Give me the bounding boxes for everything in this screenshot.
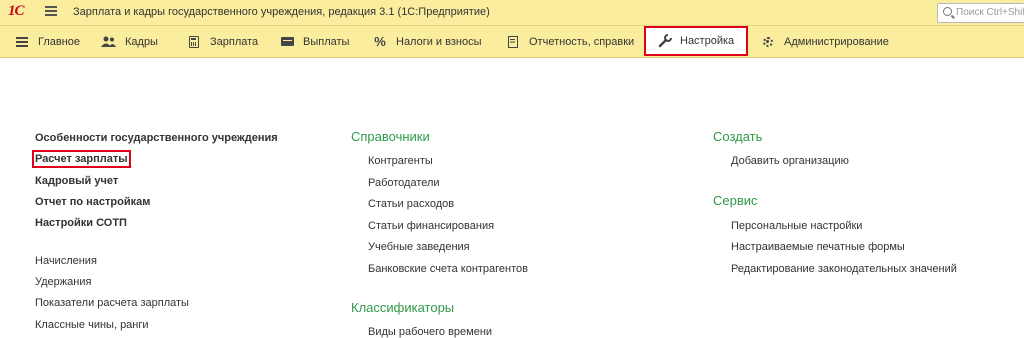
link-settings-report[interactable]: Отчет по настройкам [35, 196, 150, 208]
group-title-directories: Справочники [351, 129, 430, 144]
gear-icon [760, 34, 776, 50]
link-accruals[interactable]: Начисления [35, 255, 97, 267]
section-settings[interactable]: Настройка [644, 26, 748, 56]
section-panel: Главное Кадры Зарплата Выплаты % Налоги … [0, 26, 1024, 58]
section-salary[interactable]: Зарплата [186, 26, 258, 57]
link-legislative-values-editing[interactable]: Редактирование законодательных значений [731, 263, 957, 275]
documents-icon [505, 34, 521, 50]
search-input[interactable]: Поиск Ctrl+Shift+F [937, 3, 1024, 23]
section-label: Выплаты [303, 35, 350, 48]
section-label: Отчетность, справки [529, 35, 635, 48]
section-label: Зарплата [210, 35, 259, 48]
main-menu-icon[interactable] [45, 6, 57, 16]
group-title-classifiers: Классификаторы [351, 300, 455, 315]
group-title-service: Сервис [713, 193, 758, 208]
link-class-ranks[interactable]: Классные чины, ранги [35, 319, 149, 331]
section-label: Главное [38, 35, 81, 48]
search-placeholder: Поиск Ctrl+Shift+F [956, 7, 1024, 18]
link-counterparty-bank-accounts[interactable]: Банковские счета контрагентов [368, 263, 528, 275]
link-deductions[interactable]: Удержания [35, 276, 91, 288]
section-administration[interactable]: Администрирование [760, 26, 889, 57]
link-add-organization[interactable]: Добавить организацию [731, 155, 849, 167]
group-title-create: Создать [713, 129, 763, 144]
section-main[interactable]: Главное [14, 26, 80, 57]
link-hr-accounting[interactable]: Кадровый учет [35, 175, 118, 187]
link-counterparties[interactable]: Контрагенты [368, 155, 433, 167]
section-reports[interactable]: Отчетность, справки [505, 26, 634, 57]
app-logo[interactable]: 1С [8, 3, 24, 20]
wallet-icon [279, 34, 295, 50]
people-icon [101, 34, 117, 50]
link-sotp-settings[interactable]: Настройки СОТП [35, 217, 127, 229]
section-taxes[interactable]: % Налоги и взносы [372, 26, 482, 57]
link-work-time-types[interactable]: Виды рабочего времени [368, 326, 492, 338]
link-gov-institution-features[interactable]: Особенности государственного учреждения [35, 132, 278, 144]
section-label: Кадры [125, 35, 158, 48]
section-payments[interactable]: Выплаты [279, 26, 349, 57]
link-employers[interactable]: Работодатели [368, 177, 440, 189]
title-bar: 1С Зарплата и кадры государственного учр… [0, 0, 1024, 26]
link-payroll-calculation[interactable]: Расчет зарплаты [32, 150, 131, 168]
link-personal-settings[interactable]: Персональные настройки [731, 220, 862, 232]
section-personnel[interactable]: Кадры [101, 26, 158, 57]
link-payroll-indicators[interactable]: Показатели расчета зарплаты [35, 297, 189, 309]
section-label: Налоги и взносы [396, 35, 482, 48]
calculator-icon [186, 34, 202, 50]
hamburger-icon [14, 34, 30, 50]
section-label: Администрирование [784, 35, 889, 48]
link-custom-print-forms[interactable]: Настраиваемые печатные формы [731, 241, 905, 253]
section-label: Настройка [680, 35, 735, 47]
search-icon [943, 7, 952, 16]
link-educational-institutions[interactable]: Учебные заведения [368, 241, 470, 253]
link-funding-items[interactable]: Статьи финансирования [368, 220, 494, 232]
wrench-icon [658, 33, 672, 49]
window-title: Зарплата и кадры государственного учрежд… [73, 6, 490, 18]
link-expense-items[interactable]: Статьи расходов [368, 198, 454, 210]
percent-icon: % [374, 34, 386, 49]
settings-content: Особенности государственного учреждения … [0, 58, 1024, 338]
